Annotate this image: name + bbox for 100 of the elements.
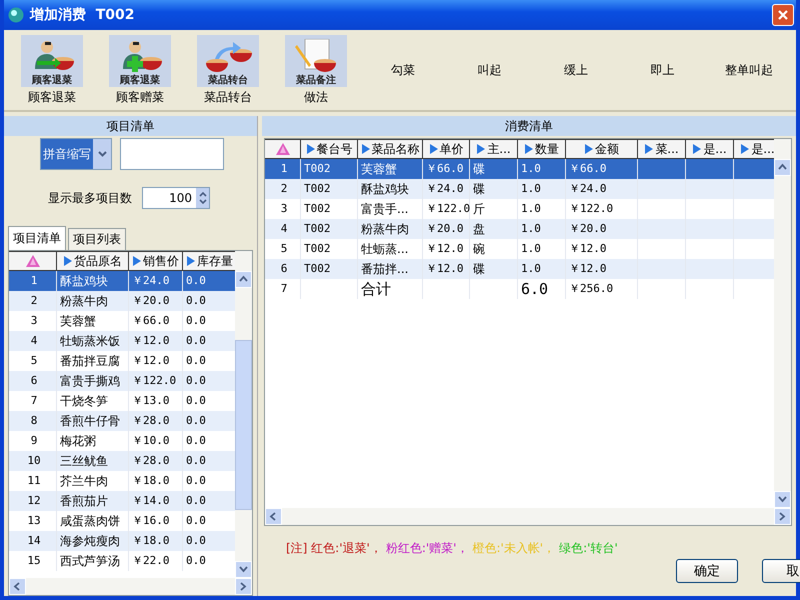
column-header[interactable]: 是...	[686, 139, 734, 159]
toolbar-button[interactable]: 叫起	[458, 62, 521, 78]
chevron-left-icon	[269, 512, 278, 521]
table-cell: ￥22.0	[129, 551, 183, 571]
column-header[interactable]: 销售价	[129, 251, 183, 271]
table-row[interactable]: 1 酥盐鸡块 ￥24.0 0.0	[9, 271, 235, 291]
button-label: 做法	[304, 88, 328, 106]
chevron-right-icon	[239, 582, 248, 591]
sort-icon	[584, 143, 594, 155]
table-cell: ￥66.0	[426, 162, 464, 175]
chevron-up-icon	[239, 275, 248, 284]
table-cell: T002	[304, 162, 330, 175]
chevron-down-icon	[778, 495, 787, 504]
dropdown-button[interactable]	[93, 139, 111, 169]
max-items-spinner[interactable]: 100	[142, 187, 210, 209]
scroll-up-button[interactable]	[774, 159, 791, 176]
column-header[interactable]: 是...	[734, 139, 774, 159]
table-cell: 碟	[473, 262, 485, 276]
header-label: 是...	[703, 140, 727, 158]
column-header[interactable]	[9, 251, 57, 271]
table-cell: 15	[9, 551, 57, 571]
table-row[interactable]: 2 粉蒸牛肉 ￥20.0 0.0	[9, 291, 235, 311]
scroll-right-button[interactable]	[774, 508, 791, 525]
panel-header: 项目清单	[4, 116, 257, 136]
tab[interactable]: 项目清单	[8, 226, 66, 250]
table-row[interactable]: 14 海参炖瘦肉 ￥18.0 0.0	[9, 531, 235, 551]
chevron-down-icon	[239, 565, 248, 574]
table-row[interactable]: 6 T002 番茄拌... ￥12.0 碟 1.0 ￥12.0	[265, 259, 774, 279]
scroll-down-button[interactable]	[774, 491, 791, 508]
table-row[interactable]: 4 T002 粉蒸牛肉 ￥20.0 盘 1.0 ￥20.0	[265, 219, 774, 239]
chevron-down-icon	[98, 151, 106, 157]
sort-icon	[63, 255, 73, 267]
chevron-left-icon	[13, 582, 22, 591]
column-header[interactable]: 菜...	[638, 139, 686, 159]
table-cell: T002	[304, 222, 330, 235]
table-cell: ￥122.0	[426, 202, 470, 215]
column-header[interactable]: 货品原名	[57, 251, 129, 271]
spin-button[interactable]	[196, 188, 209, 208]
dialog-button[interactable]: 确定	[676, 559, 738, 583]
header-label: 货品原名	[74, 252, 122, 270]
table-row[interactable]: 8 香煎牛仔骨 ￥28.0 0.0	[9, 411, 235, 431]
legend-text: 绿色:'转台'	[559, 540, 618, 557]
column-header[interactable]: 金额	[566, 139, 638, 159]
scroll-thumb[interactable]	[235, 340, 252, 510]
column-header[interactable]: 单价	[423, 139, 470, 159]
scroll-right-button[interactable]	[235, 578, 252, 595]
table-cell: ￥12.0	[426, 262, 464, 275]
dialog-button[interactable]: 取	[762, 559, 800, 583]
table-cell: T002	[304, 262, 330, 275]
scroll-left-button[interactable]	[265, 508, 282, 525]
table-row[interactable]: 10 三丝鱿鱼 ￥28.0 0.0	[9, 451, 235, 471]
table-cell: T002	[304, 242, 330, 255]
close-button[interactable]	[772, 4, 794, 26]
toolbar-button[interactable]: 缓上	[544, 62, 608, 78]
sort-icon	[428, 143, 438, 155]
column-header[interactable]: 主...	[470, 139, 518, 159]
search-mode-dropdown[interactable]: 拼音缩写	[40, 138, 112, 170]
table-row[interactable]: 12 香煎茄片 ￥14.0 0.0	[9, 491, 235, 511]
warning-icon	[276, 143, 290, 155]
column-header[interactable]: 餐台号	[301, 139, 358, 159]
header-label: 菜品名称	[372, 140, 420, 158]
toolbar-button[interactable]: 即上	[631, 62, 694, 78]
close-icon	[777, 9, 789, 21]
table-cell: 盘	[473, 222, 485, 236]
column-header[interactable]	[265, 139, 301, 159]
header-label: 餐台号	[316, 140, 352, 158]
column-header[interactable]: 菜品名称	[358, 139, 423, 159]
button-label: 顾客退菜	[28, 88, 76, 106]
tab[interactable]: 项目列表	[68, 228, 126, 250]
table-cell: 碗	[473, 242, 485, 256]
app-icon	[8, 7, 24, 23]
table-cell: 碟	[473, 162, 485, 176]
table-cell: 西式芦笋汤	[57, 551, 129, 571]
table-cell: ￥256.0	[566, 279, 638, 299]
sort-icon	[644, 143, 654, 155]
table-row[interactable]: 6 富贵手撕鸡 ￥122.0 0.0	[9, 371, 235, 391]
table-row[interactable]: 4 牡蛎蒸米饭 ￥12.0 0.0	[9, 331, 235, 351]
scroll-up-button[interactable]	[235, 271, 252, 288]
sort-icon	[524, 143, 534, 155]
legend-text: 粉红色:'赠菜'，	[386, 540, 468, 557]
scroll-down-button[interactable]	[235, 561, 252, 578]
sort-icon	[692, 143, 702, 155]
toolbar-button[interactable]: 勾菜	[372, 62, 434, 78]
table-row[interactable]: 1 T002 芙蓉蟹 ￥66.0 碟 1.0 ￥66.0	[265, 159, 774, 179]
scroll-left-button[interactable]	[9, 578, 26, 595]
icon-caption: 顾客退菜	[120, 73, 160, 86]
toolbar-button[interactable]: 整单叫起	[718, 62, 780, 78]
legend-text: 橙色:'未入帐'，	[472, 540, 556, 557]
table-cell: 合计	[358, 279, 423, 299]
icon-caption: 菜品备注	[296, 73, 336, 86]
table-row[interactable]: 2 T002 酥盐鸡块 ￥24.0 碟 1.0 ￥24.0	[265, 179, 774, 199]
column-header[interactable]: 数量	[518, 139, 566, 159]
table-cell: T002	[304, 182, 330, 195]
header-label: 是...	[751, 140, 774, 158]
sort-icon	[360, 143, 370, 155]
icon-caption: 顾客退菜	[32, 73, 72, 86]
header-label: 金额	[595, 140, 619, 158]
search-field[interactable]	[120, 138, 224, 170]
column-header[interactable]: 库存量	[183, 251, 235, 271]
warning-icon	[26, 255, 40, 267]
